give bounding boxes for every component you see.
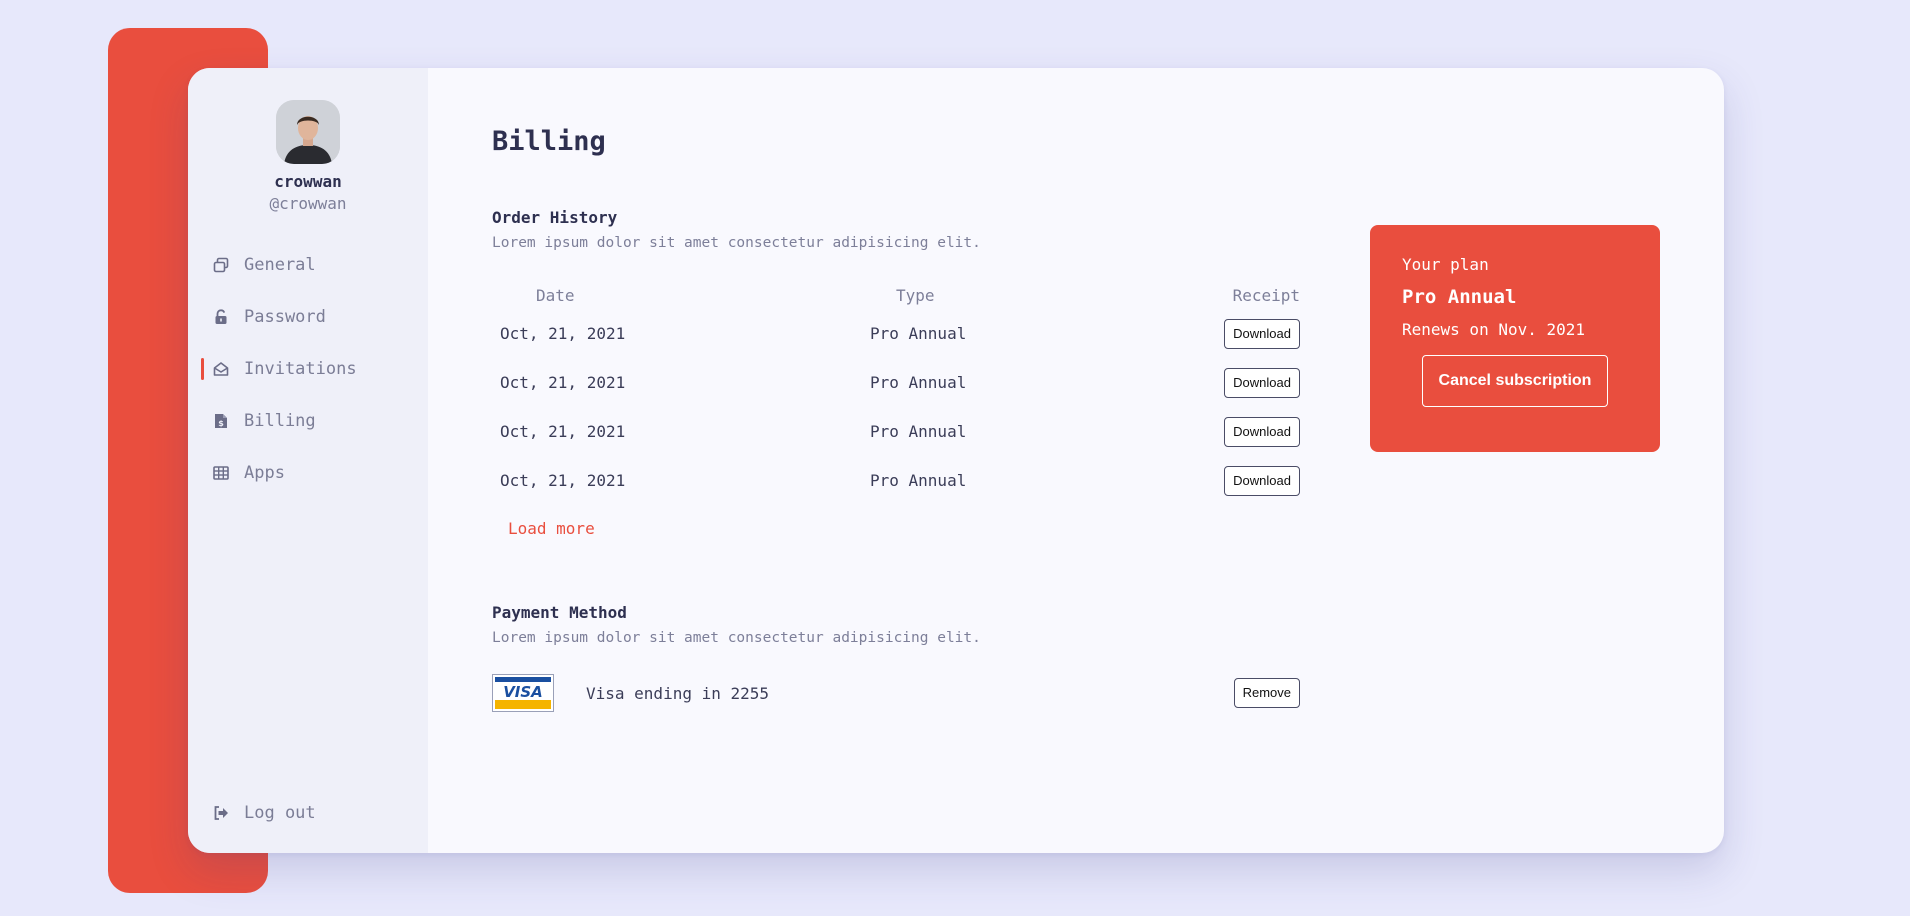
column-header-receipt: Receipt — [1232, 285, 1300, 305]
plan-card: Your plan Pro Annual Renews on Nov. 2021… — [1370, 225, 1660, 452]
card-label: Visa ending in 2255 — [586, 683, 770, 703]
remove-card-button[interactable]: Remove — [1233, 678, 1300, 708]
plan-label: Your plan — [1402, 255, 1489, 274]
download-receipt-button[interactable]: Download — [1224, 367, 1300, 398]
sidebar-item-billing[interactable]: $ Billing — [188, 395, 428, 447]
sidebar-nav: General Password Invitations $ Billing A… — [188, 239, 428, 499]
avatar[interactable] — [276, 100, 340, 164]
sidebar-item-apps[interactable]: Apps — [188, 447, 428, 499]
sidebar-item-general[interactable]: General — [188, 239, 428, 291]
main-content: Billing Order History Lorem ipsum dolor … — [428, 68, 1724, 853]
order-history-section: Order History Lorem ipsum dolor sit amet… — [492, 208, 1300, 538]
profile: crowwan @crowwan — [188, 68, 428, 213]
logout-area: Log out — [188, 787, 428, 839]
table-header: Date Type Receipt — [492, 281, 1300, 309]
settings-card: crowwan @crowwan General Password Invita… — [188, 68, 1724, 853]
order-history-description: Lorem ipsum dolor sit amet consectetur a… — [492, 235, 981, 251]
order-history-table: Date Type Receipt Oct, 21, 2021 Pro Annu… — [492, 281, 1300, 505]
sidebar-item-invitations[interactable]: Invitations — [188, 343, 428, 395]
order-date: Oct, 21, 2021 — [500, 471, 626, 490]
download-receipt-button[interactable]: Download — [1224, 318, 1300, 349]
svg-text:$: $ — [218, 419, 224, 428]
profile-name: crowwan — [274, 172, 342, 191]
receipt-cell: Download — [1122, 416, 1300, 447]
plan-name: Pro Annual — [1402, 286, 1517, 308]
sidebar-item-label: General — [244, 255, 316, 275]
envelope-open-icon — [212, 360, 230, 378]
download-receipt-button[interactable]: Download — [1224, 416, 1300, 447]
window-icon — [212, 256, 230, 274]
lock-icon — [212, 308, 230, 326]
order-date: Oct, 21, 2021 — [500, 373, 626, 392]
plan-renewal: Renews on Nov. 2021 — [1402, 320, 1586, 339]
cancel-subscription-button[interactable]: Cancel subscription — [1422, 355, 1608, 407]
sidebar-item-label: Apps — [244, 463, 285, 483]
order-type: Pro Annual — [870, 422, 967, 441]
sidebar-item-label: Invitations — [244, 359, 357, 379]
avatar-portrait — [276, 100, 340, 164]
load-more-link[interactable]: Load more — [508, 519, 595, 538]
table-row: Oct, 21, 2021 Pro Annual Download — [492, 309, 1300, 358]
card-brand-text: VISA — [503, 683, 543, 701]
logout-button[interactable]: Log out — [188, 787, 428, 839]
sign-out-icon — [212, 804, 230, 822]
payment-card-row: VISA Visa ending in 2255 Remove — [492, 672, 1300, 714]
receipt-cell: Download — [1122, 367, 1300, 398]
download-receipt-button[interactable]: Download — [1224, 465, 1300, 496]
visa-card-icon: VISA — [492, 674, 554, 712]
logout-label: Log out — [244, 803, 316, 823]
sidebar-item-label: Password — [244, 307, 326, 327]
file-invoice-dollar-icon: $ — [212, 412, 230, 430]
sidebar-item-label: Billing — [244, 411, 316, 431]
sidebar-item-password[interactable]: Password — [188, 291, 428, 343]
payment-method-description: Lorem ipsum dolor sit amet consectetur a… — [492, 630, 981, 646]
table-row: Oct, 21, 2021 Pro Annual Download — [492, 358, 1300, 407]
order-type: Pro Annual — [870, 373, 967, 392]
order-history-title: Order History — [492, 208, 618, 227]
order-type: Pro Annual — [870, 471, 967, 490]
table-row: Oct, 21, 2021 Pro Annual Download — [492, 407, 1300, 456]
order-date: Oct, 21, 2021 — [500, 324, 626, 343]
sidebar: crowwan @crowwan General Password Invita… — [188, 68, 428, 853]
column-header-type: Type — [896, 285, 935, 305]
grid-table-icon — [212, 464, 230, 482]
profile-handle: @crowwan — [269, 194, 347, 213]
page-title: Billing — [492, 126, 606, 157]
receipt-cell: Download — [1122, 318, 1300, 349]
payment-method-title: Payment Method — [492, 603, 627, 622]
payment-method-section: Payment Method Lorem ipsum dolor sit ame… — [492, 603, 1300, 714]
order-date: Oct, 21, 2021 — [500, 422, 626, 441]
column-header-date: Date — [536, 285, 575, 305]
receipt-cell: Download — [1122, 465, 1300, 496]
order-type: Pro Annual — [870, 324, 967, 343]
table-row: Oct, 21, 2021 Pro Annual Download — [492, 456, 1300, 505]
